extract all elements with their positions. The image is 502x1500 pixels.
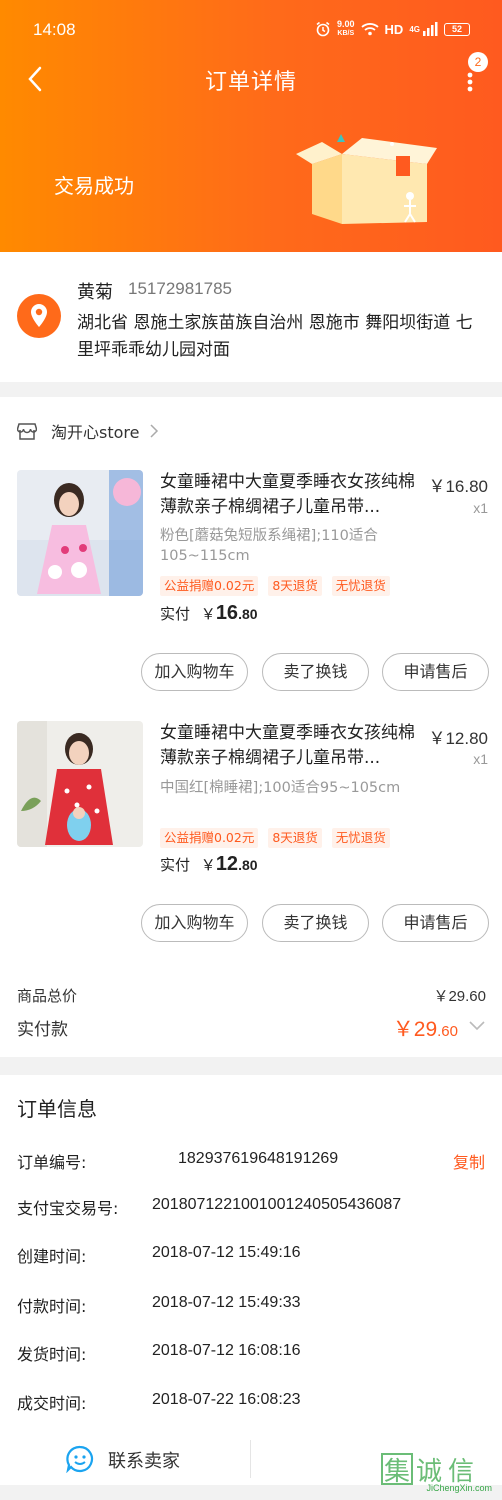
tag-return-8day: 8天退货 [268, 576, 322, 596]
page-title: 订单详情 [204, 70, 297, 95]
order-number-value: 182937619648191269 [178, 1150, 339, 1167]
location-pin-icon [17, 294, 61, 338]
shipped-time-label: 发货时间: [17, 1345, 87, 1364]
chevron-right-icon [150, 424, 159, 438]
paid-dec: .80 [238, 857, 258, 873]
gift-box-illustration [296, 134, 437, 224]
store-icon [17, 423, 37, 440]
product-image[interactable] [17, 721, 143, 847]
hd-indicator: HD [384, 21, 404, 37]
trade-status: 交易成功 [54, 174, 134, 198]
product-qty: x1 [473, 751, 488, 767]
tag-charity: 公益捐赠0.02元 [160, 828, 259, 848]
product-tags: 公益捐赠0.02元 8天退货 无忧退货 [160, 828, 390, 848]
product-spec: 中国红[棉睡裙];100适合95~105cm [160, 780, 401, 796]
alipay-trade-label: 支付宝交易号: [17, 1199, 119, 1218]
paid-label: 实付 [160, 605, 191, 623]
chevron-down-icon[interactable] [468, 1020, 486, 1032]
receiver-address: 湖北省 恩施土家族苗族自治州 恩施市 舞阳坝街道 七里坪乖乖幼儿园对面 [77, 313, 473, 360]
paid-symbol: ￥ [200, 605, 216, 623]
contact-seller-button[interactable]: 联系卖家 [108, 1447, 180, 1473]
order-info-title: 订单信息 [17, 1097, 97, 1121]
paid-amount: 实付 ￥12.80 [160, 853, 258, 876]
receiver-name: 黄菊 [77, 282, 113, 303]
product-qty: x1 [473, 500, 488, 516]
product-price: ￥16.80 [428, 477, 488, 496]
actual-paid-int: ￥29 [392, 1018, 438, 1041]
battery-indicator: 52 [444, 22, 470, 36]
status-icons: 9.00 KB/S HD 4G 52 [315, 20, 470, 38]
status-bar: 14:08 9.00 KB/S HD 4G 52 [0, 18, 502, 42]
product-title[interactable]: 女童睡裙中大童夏季睡衣女孩纯棉薄款亲子棉绸裙子儿童吊带... [160, 470, 415, 520]
paid-time-label: 付款时间: [17, 1297, 87, 1316]
paid-time-value: 2018-07-12 15:49:33 [152, 1294, 301, 1311]
product-tags: 公益捐赠0.02元 8天退货 无忧退货 [160, 576, 390, 596]
copy-button[interactable]: 复制 [453, 1149, 485, 1173]
speed-unit: KB/S [337, 30, 355, 37]
paid-symbol: ￥ [200, 856, 216, 874]
actual-paid-dec: .60 [437, 1023, 458, 1040]
product-spec: 粉色[蘑菇兔短版系绳裙];110适合105~115cm [160, 528, 378, 564]
paid-int: 16 [215, 602, 239, 624]
bottom-divider [250, 1440, 251, 1478]
goods-total-value: ￥29.60 [433, 988, 486, 1005]
actual-paid-value[interactable]: ￥29.60 [393, 1013, 458, 1043]
order-header: 14:08 9.00 KB/S HD 4G 52 订单详情 2 交易成功 [0, 0, 502, 252]
alipay-trade-value: 2018071221001001240505436087 [152, 1196, 402, 1213]
store-name[interactable]: 淘开心store [51, 419, 139, 443]
receiver-phone: 15172981785 [128, 279, 233, 298]
created-time-label: 创建时间: [17, 1247, 87, 1266]
tag-worry-free-return: 无忧退货 [331, 576, 390, 596]
store-row[interactable]: 淘开心store [17, 420, 159, 442]
wifi-icon [360, 23, 379, 36]
resell-button[interactable]: 卖了换钱 [262, 904, 369, 942]
network-speed: 9.00 KB/S [337, 20, 355, 38]
chat-smile-icon[interactable] [66, 1445, 94, 1473]
watermark-url: JiChengXin.com [426, 1483, 492, 1493]
deal-time-value: 2018-07-22 16:08:23 [152, 1391, 301, 1408]
status-time: 14:08 [33, 20, 76, 39]
actual-paid-label: 实付款 [17, 1020, 68, 1040]
paid-dec: .80 [238, 606, 258, 622]
after-sale-button[interactable]: 申请售后 [382, 653, 489, 691]
shipped-time-value: 2018-07-12 16:08:16 [152, 1342, 301, 1359]
after-sale-button[interactable]: 申请售后 [382, 904, 489, 942]
tag-charity: 公益捐赠0.02元 [160, 576, 259, 596]
tag-return-8day: 8天退货 [268, 828, 322, 848]
paid-amount: 实付 ￥16.80 [160, 602, 258, 625]
speed-value: 9.00 [337, 19, 355, 29]
created-time-value: 2018-07-12 15:49:16 [152, 1244, 301, 1261]
order-number-label: 订单编号: [17, 1153, 87, 1172]
alarm-icon [316, 21, 330, 37]
add-to-cart-button[interactable]: 加入购物车 [141, 653, 248, 691]
resell-button[interactable]: 卖了换钱 [262, 653, 369, 691]
message-badge[interactable]: 2 [468, 52, 488, 72]
goods-total-label: 商品总价 [17, 987, 78, 1005]
svg-text:集: 集 [384, 1457, 410, 1487]
product-price: ￥12.80 [428, 729, 488, 748]
signal-icon [423, 22, 438, 36]
signal-type: 4G [409, 24, 420, 34]
paid-label: 实付 [160, 856, 191, 874]
product-image[interactable] [17, 470, 143, 596]
tag-worry-free-return: 无忧退货 [331, 828, 390, 848]
deal-time-label: 成交时间: [17, 1394, 87, 1413]
add-to-cart-button[interactable]: 加入购物车 [141, 904, 248, 942]
paid-int: 12 [215, 853, 239, 875]
product-title[interactable]: 女童睡裙中大童夏季睡衣女孩纯棉薄款亲子棉绸裙子儿童吊带... [160, 721, 415, 771]
